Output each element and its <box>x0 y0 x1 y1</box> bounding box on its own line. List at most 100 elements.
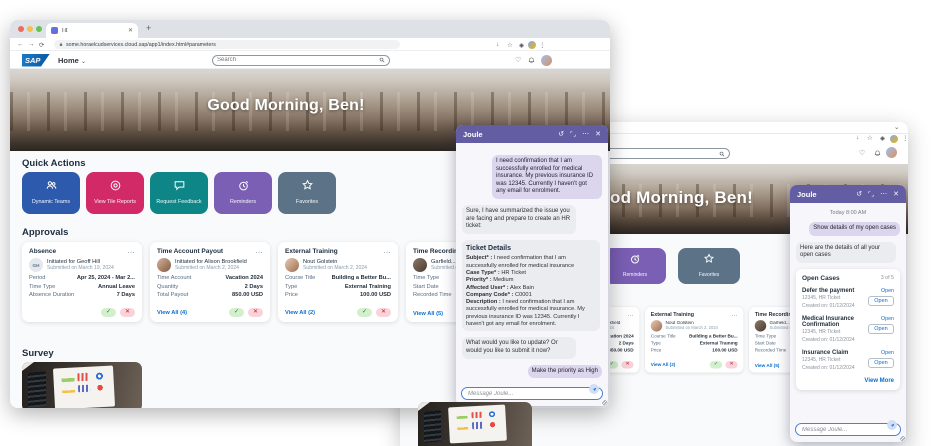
section-title-quick-actions: Quick Actions <box>22 158 86 169</box>
extensions-icon[interactable] <box>879 135 886 142</box>
sap-logo[interactable]: SAP <box>22 54 50 67</box>
team-icon <box>45 179 58 192</box>
browser-toolbar: ← → ⟳ some.horaelcudservices.cloud.sap/a… <box>10 38 610 51</box>
resize-handle[interactable] <box>602 400 607 405</box>
nav-home[interactable]: Home ⌄ <box>58 56 86 65</box>
tab-close-icon[interactable]: ✕ <box>128 27 133 34</box>
notifications-bell-icon[interactable] <box>874 150 881 157</box>
approve-button[interactable]: ✓ <box>229 308 244 317</box>
browser-profile-avatar[interactable] <box>528 41 536 49</box>
status-badge: Open <box>881 350 894 356</box>
approve-button[interactable]: ✓ <box>710 361 722 368</box>
browser-tab[interactable]: Tit ✕ <box>46 23 138 38</box>
approve-button[interactable]: ✓ <box>357 308 372 317</box>
quick-action-favorites[interactable]: Favorites <box>678 248 740 284</box>
reject-button[interactable]: ✕ <box>725 361 737 368</box>
approval-card-external-training[interactable]: External Training... Nout Golstein Submi… <box>645 307 765 387</box>
reject-button[interactable]: ✕ <box>248 308 263 317</box>
overflow-icon[interactable]: ... <box>628 313 634 316</box>
reject-button[interactable]: ✕ <box>120 308 135 317</box>
view-more-link[interactable]: View More <box>802 378 894 384</box>
quick-action-favorites[interactable]: Favorites <box>278 172 336 214</box>
favorites-heart-icon[interactable]: ♡ <box>515 56 521 64</box>
case-item[interactable]: Insurance Claim Open 12345, HR Ticket Cr… <box>802 350 894 371</box>
address-bar[interactable]: some.horaelcudservices.cloud.sap/app1/in… <box>54 40 400 49</box>
browser-profile-avatar[interactable] <box>890 135 898 143</box>
new-tab-button[interactable]: + <box>146 23 151 33</box>
user-avatar[interactable] <box>541 55 552 66</box>
send-button[interactable] <box>589 384 599 394</box>
user-avatar[interactable] <box>886 147 897 158</box>
download-icon[interactable]: ↓ <box>856 134 859 141</box>
ticket-field-label: Company Code* : <box>466 292 513 298</box>
open-case-button[interactable]: Open <box>868 324 894 334</box>
view-all-link[interactable]: View All (4) <box>157 310 187 316</box>
quick-action-request-feedback[interactable]: Request Feedback <box>150 172 208 214</box>
close-icon[interactable]: ✕ <box>893 191 899 198</box>
approval-card-external-training[interactable]: External Training... Nout Golstein Submi… <box>278 242 398 322</box>
minimize-window-icon[interactable] <box>27 26 33 32</box>
view-all-link[interactable]: View All (2) <box>651 362 676 367</box>
case-item[interactable]: Medical Insurance Confirmation Open 1234… <box>802 316 894 343</box>
close-icon[interactable]: ✕ <box>595 131 601 138</box>
download-icon[interactable]: ↓ <box>496 41 499 48</box>
survey-photo[interactable] <box>22 362 142 408</box>
field-value: External Training <box>345 284 391 290</box>
overflow-icon[interactable]: ⋯ <box>582 131 589 138</box>
expand-icon[interactable] <box>868 191 874 197</box>
notifications-bell-icon[interactable] <box>528 57 535 64</box>
history-icon[interactable]: ↺ <box>558 131 564 138</box>
extensions-icon[interactable] <box>518 42 525 49</box>
favorites-heart-icon[interactable]: ♡ <box>859 149 865 157</box>
search-bar[interactable] <box>212 55 390 66</box>
open-case-button[interactable]: Open <box>868 358 894 368</box>
overflow-icon[interactable]: ... <box>256 250 263 254</box>
joule-panel-main: Joule ↺ ⋯ ✕ I need confirmation that I a… <box>456 125 608 406</box>
send-plane-icon <box>890 423 895 428</box>
quick-action-dynamic-teams[interactable]: Dynamic Teams <box>22 172 80 214</box>
greeting-title: Good Morning, Ben! <box>586 188 753 208</box>
search-input[interactable] <box>213 57 379 63</box>
expand-icon[interactable] <box>570 131 576 137</box>
view-all-link[interactable]: View All (2) <box>285 310 315 316</box>
bot-message: What would you like to update? Or would … <box>462 337 576 358</box>
history-icon[interactable]: ↺ <box>856 191 862 198</box>
reject-button[interactable]: ✕ <box>621 361 633 368</box>
overflow-icon[interactable]: ⋯ <box>880 191 887 198</box>
bookmark-star-icon[interactable]: ☆ <box>507 41 513 49</box>
quick-action-reminders[interactable]: Reminders <box>604 248 666 284</box>
joule-title: Joule <box>797 190 856 199</box>
open-case-button[interactable]: Open <box>868 296 894 306</box>
quick-action-reminders[interactable]: Reminders <box>214 172 272 214</box>
laptop-keyboard <box>28 371 46 408</box>
resize-handle[interactable] <box>900 436 905 441</box>
overflow-icon[interactable]: ... <box>732 313 738 316</box>
forward-icon[interactable]: → <box>28 41 35 48</box>
overflow-icon[interactable]: ... <box>384 250 391 254</box>
reject-button[interactable]: ✕ <box>376 308 391 317</box>
quick-action-view-tile-reports[interactable]: View Tile Reports <box>86 172 144 214</box>
maximize-window-icon[interactable] <box>36 26 42 32</box>
approve-button[interactable]: ✓ <box>101 308 116 317</box>
field-value: 850.00 USD <box>232 292 263 298</box>
reports-icon <box>109 179 122 192</box>
back-icon[interactable]: ← <box>17 41 24 48</box>
view-all-link[interactable]: View All (5) <box>413 311 443 317</box>
joule-message-input[interactable] <box>795 423 901 436</box>
joule-message-input[interactable] <box>461 387 603 400</box>
avatar-initials: GH <box>29 258 43 272</box>
view-all-link[interactable]: View All (5) <box>755 364 780 369</box>
reload-icon[interactable]: ⟳ <box>39 41 44 49</box>
case-item[interactable]: Defer the payment Open 12345, HR Ticket … <box>802 288 894 309</box>
ticket-field-value: Medium <box>493 277 513 283</box>
browser-menu-icon[interactable]: ⋮ <box>539 41 546 49</box>
send-button[interactable] <box>887 420 897 430</box>
approval-card-time-account-payout[interactable]: Time Account Payout... Initiated for Ali… <box>150 242 270 322</box>
browser-menu-icon[interactable]: ⋮ <box>902 134 908 142</box>
close-window-icon[interactable] <box>18 26 24 32</box>
approval-card-absence[interactable]: Absence... GH Initiated for Geoff Hill S… <box>22 242 142 322</box>
bookmark-star-icon[interactable]: ☆ <box>867 134 873 142</box>
overflow-icon[interactable]: ... <box>128 250 135 254</box>
field-label: Recorded Time <box>413 292 452 298</box>
chevron-down-icon[interactable]: ⌄ <box>894 123 899 131</box>
